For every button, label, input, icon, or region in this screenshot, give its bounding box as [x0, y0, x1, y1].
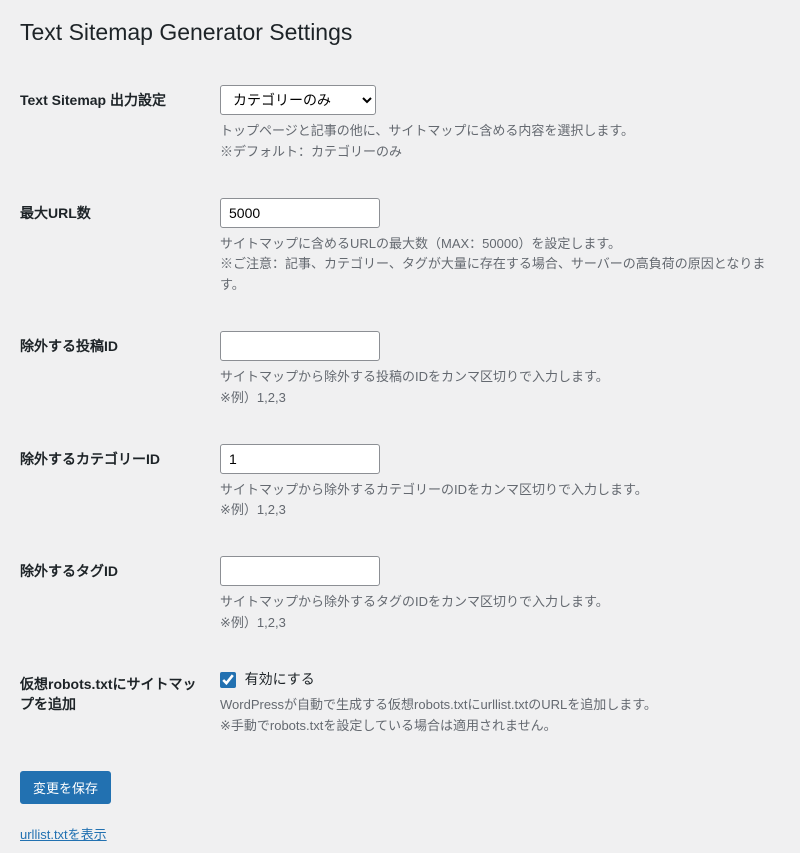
output-select[interactable]: カテゴリーのみ — [220, 85, 376, 115]
max-url-input[interactable] — [220, 198, 380, 228]
exclude-tag-desc2: ※例）1,2,3 — [220, 615, 286, 630]
robots-checkbox-label: 有効にする — [245, 671, 315, 687]
settings-form-table: Text Sitemap 出力設定 カテゴリーのみ トップページと記事の他に、サ… — [20, 70, 780, 756]
output-desc1: トップページと記事の他に、サイトマップに含める内容を選択します。 — [220, 123, 634, 138]
page-title: Text Sitemap Generator Settings — [20, 10, 780, 50]
robots-desc1: WordPressが自動で生成する仮想robots.txtにurllist.tx… — [220, 697, 657, 712]
max-url-desc1: サイトマップに含めるURLの最大数（MAX：50000）を設定します。 — [220, 236, 621, 251]
exclude-cat-label: 除外するカテゴリーID — [20, 429, 220, 542]
exclude-cat-desc2: ※例）1,2,3 — [220, 502, 286, 517]
output-label: Text Sitemap 出力設定 — [20, 70, 220, 183]
exclude-post-desc1: サイトマップから除外する投稿のIDをカンマ区切りで入力します。 — [220, 369, 609, 384]
exclude-tag-desc1: サイトマップから除外するタグのIDをカンマ区切りで入力します。 — [220, 594, 609, 609]
robots-checkbox[interactable] — [220, 672, 236, 688]
save-button[interactable]: 変更を保存 — [20, 771, 111, 804]
robots-label: 仮想robots.txtにサイトマップを追加 — [20, 654, 220, 757]
exclude-cat-desc1: サイトマップから除外するカテゴリーのIDをカンマ区切りで入力します。 — [220, 482, 648, 497]
robots-desc2: ※手動でrobots.txtを設定している場合は適用されません。 — [220, 718, 557, 733]
exclude-tag-input[interactable] — [220, 556, 380, 586]
exclude-post-desc2: ※例）1,2,3 — [220, 390, 286, 405]
exclude-post-input[interactable] — [220, 331, 380, 361]
exclude-post-label: 除外する投稿ID — [20, 316, 220, 429]
max-url-label: 最大URL数 — [20, 183, 220, 316]
exclude-tag-label: 除外するタグID — [20, 541, 220, 654]
exclude-cat-input[interactable] — [220, 444, 380, 474]
urllist-link[interactable]: urllist.txtを表示 — [20, 827, 107, 842]
output-desc2: ※デフォルト：カテゴリーのみ — [220, 144, 402, 159]
robots-checkbox-wrapper[interactable]: 有効にする — [220, 672, 315, 687]
max-url-desc2: ※ご注意：記事、カテゴリー、タグが大量に存在する場合、サーバーの高負荷の原因とな… — [220, 256, 765, 292]
